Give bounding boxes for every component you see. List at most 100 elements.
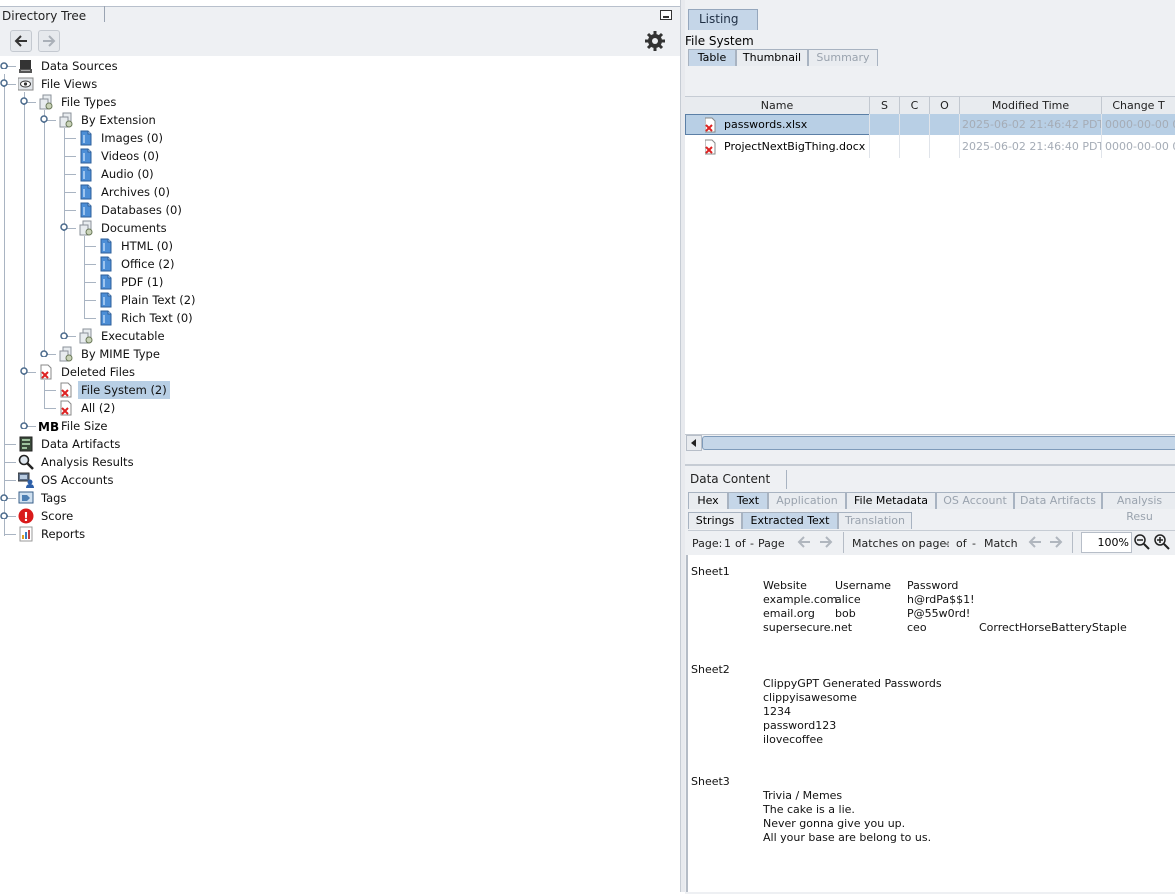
row-change: 0000-00-00 00: xyxy=(1105,118,1175,131)
tree-node-data-artifacts[interactable]: Data Artifacts xyxy=(0,435,680,453)
scrollbar-thumb[interactable] xyxy=(702,436,1175,450)
zoom-in-icon[interactable] xyxy=(1153,533,1171,551)
header-divider xyxy=(104,6,105,22)
directory-tree-header xyxy=(0,6,680,29)
tab-extracted-text[interactable]: Extracted Text xyxy=(742,512,838,529)
expanded-node-icon[interactable] xyxy=(20,97,28,105)
expanded-node-icon[interactable] xyxy=(20,367,28,375)
extracted-text-content[interactable]: Sheet1 Website Username Password example.com… xyxy=(688,555,1175,892)
tree-node-videos-0[interactable]: Videos (0) xyxy=(0,147,680,165)
blue-file-icon xyxy=(78,202,94,218)
col-header-o[interactable]: O xyxy=(930,97,960,115)
tree-node-label: Documents xyxy=(101,221,167,235)
tree-node-reports[interactable]: Reports xyxy=(0,525,680,543)
tree-node-plain-text-2[interactable]: Plain Text (2) xyxy=(0,291,680,309)
tab-application[interactable]: Application xyxy=(768,492,846,509)
tab-data-artifacts[interactable]: Data Artifacts xyxy=(1014,492,1102,509)
scroll-left-button[interactable] xyxy=(686,435,702,451)
col-header-s[interactable]: S xyxy=(870,97,900,115)
forward-button[interactable] xyxy=(38,30,60,52)
zoom-out-icon[interactable] xyxy=(1133,533,1151,551)
tree-node-file-views[interactable]: File Views xyxy=(0,75,680,93)
sheet-line: clippyisawesome xyxy=(763,691,857,704)
tree-node-by-extension[interactable]: By Extension xyxy=(0,111,680,129)
back-button[interactable] xyxy=(10,30,32,52)
sheet-line: ilovecoffee xyxy=(763,733,824,746)
arrow-right-icon xyxy=(43,35,56,47)
expanded-node-icon[interactable] xyxy=(60,223,68,231)
tree-node-label: PDF (1) xyxy=(121,275,164,289)
tree-node-images-0[interactable]: Images (0) xyxy=(0,129,680,147)
col-header-name[interactable]: Name xyxy=(685,97,870,115)
listing-path: File System xyxy=(685,34,754,48)
col-header-modified[interactable]: Modified Time xyxy=(960,97,1102,115)
tree-node-deleted-files[interactable]: Deleted Files xyxy=(0,363,680,381)
tree-node-executable[interactable]: Executable xyxy=(0,327,680,345)
file-types-icon xyxy=(58,112,74,128)
tab-analysis-results[interactable]: Analysis Resu xyxy=(1102,492,1175,523)
col-header-c[interactable]: C xyxy=(900,97,930,115)
blue-file-icon xyxy=(98,310,114,326)
tree-node-score[interactable]: ! Score xyxy=(0,507,680,525)
sheet-line: ClippyGPT Generated Passwords xyxy=(763,677,942,690)
settings-gear-button[interactable] xyxy=(644,30,666,52)
tree-node-office-2[interactable]: Office (2) xyxy=(0,255,680,273)
zoom-value: 100% xyxy=(1097,536,1129,549)
collapsed-node-icon[interactable] xyxy=(0,493,8,501)
collapsed-node-icon[interactable] xyxy=(40,349,48,357)
tree-node-archives-0[interactable]: Archives (0) xyxy=(0,183,680,201)
zoom-field[interactable]: 100% xyxy=(1081,532,1132,553)
row-modified: 2025-06-02 21:46:42 PDT xyxy=(962,118,1102,131)
matches-value: - xyxy=(945,537,949,550)
tree-node-databases-0[interactable]: Databases (0) xyxy=(0,201,680,219)
prev-match-icon[interactable] xyxy=(1027,534,1043,550)
expanded-node-icon[interactable] xyxy=(0,79,8,87)
tree-node-html-0[interactable]: HTML (0) xyxy=(0,237,680,255)
col-header-change[interactable]: Change T xyxy=(1102,97,1175,115)
tree-node-file-size[interactable]: MB File Size xyxy=(0,417,680,435)
prev-page-icon[interactable] xyxy=(796,534,812,550)
tab-text[interactable]: Text xyxy=(728,492,768,509)
tab-thumbnail[interactable]: Thumbnail xyxy=(736,49,808,66)
directory-tree-title: Directory Tree xyxy=(2,9,87,23)
tree-node-file-types[interactable]: File Types xyxy=(0,93,680,111)
tab-file-metadata[interactable]: File Metadata xyxy=(846,492,936,509)
next-page-icon[interactable] xyxy=(818,534,834,550)
tab-strings[interactable]: Strings xyxy=(688,512,742,529)
tab-summary[interactable]: Summary xyxy=(808,49,878,66)
tree-node-file-system-2[interactable]: File System (2) xyxy=(0,381,680,399)
expanded-node-icon[interactable] xyxy=(40,115,48,123)
tab-listing[interactable]: Listing xyxy=(688,9,758,30)
tree-node-os-accounts[interactable]: OS Accounts xyxy=(0,471,680,489)
collapsed-node-icon[interactable] xyxy=(0,511,8,519)
tree-node-documents[interactable]: Documents xyxy=(0,219,680,237)
collapsed-node-icon[interactable] xyxy=(20,421,28,429)
tree-node-label: Score xyxy=(41,509,74,523)
collapsed-node-icon[interactable] xyxy=(0,61,8,69)
tree-node-pdf-1[interactable]: PDF (1) xyxy=(0,273,680,291)
collapsed-node-icon[interactable] xyxy=(60,331,68,339)
row-change: 0000-00-00 00: xyxy=(1105,140,1175,153)
artifact-icon xyxy=(18,436,34,452)
tree-node-analysis-results[interactable]: Analysis Results xyxy=(0,453,680,471)
next-match-icon[interactable] xyxy=(1048,534,1064,550)
sheet-cell: alice xyxy=(835,593,861,606)
tree-node-tags[interactable]: Tags xyxy=(0,489,680,507)
tree-node-by-mime-type[interactable]: By MIME Type xyxy=(0,345,680,363)
sheet-line: 1234 xyxy=(763,705,791,718)
tree-node-label: Reports xyxy=(41,527,86,541)
tab-hex[interactable]: Hex xyxy=(688,492,728,509)
deleted-file-icon xyxy=(58,382,74,398)
tree-node-data-sources[interactable]: Data Sources xyxy=(0,57,680,75)
tree-node-label: Images (0) xyxy=(101,131,163,145)
minimize-icon[interactable] xyxy=(660,10,672,20)
tree-node-all-2[interactable]: All (2) xyxy=(0,399,680,417)
eye-icon xyxy=(17,76,34,92)
tree-node-label: Plain Text (2) xyxy=(121,293,196,307)
tree-node-rich-text-0[interactable]: Rich Text (0) xyxy=(0,309,680,327)
tree-node-audio-0[interactable]: Audio (0) xyxy=(0,165,680,183)
tab-os-account[interactable]: OS Account xyxy=(936,492,1014,509)
blue-file-icon xyxy=(98,256,114,272)
tab-table[interactable]: Table xyxy=(688,49,736,66)
tab-translation[interactable]: Translation xyxy=(838,512,912,529)
